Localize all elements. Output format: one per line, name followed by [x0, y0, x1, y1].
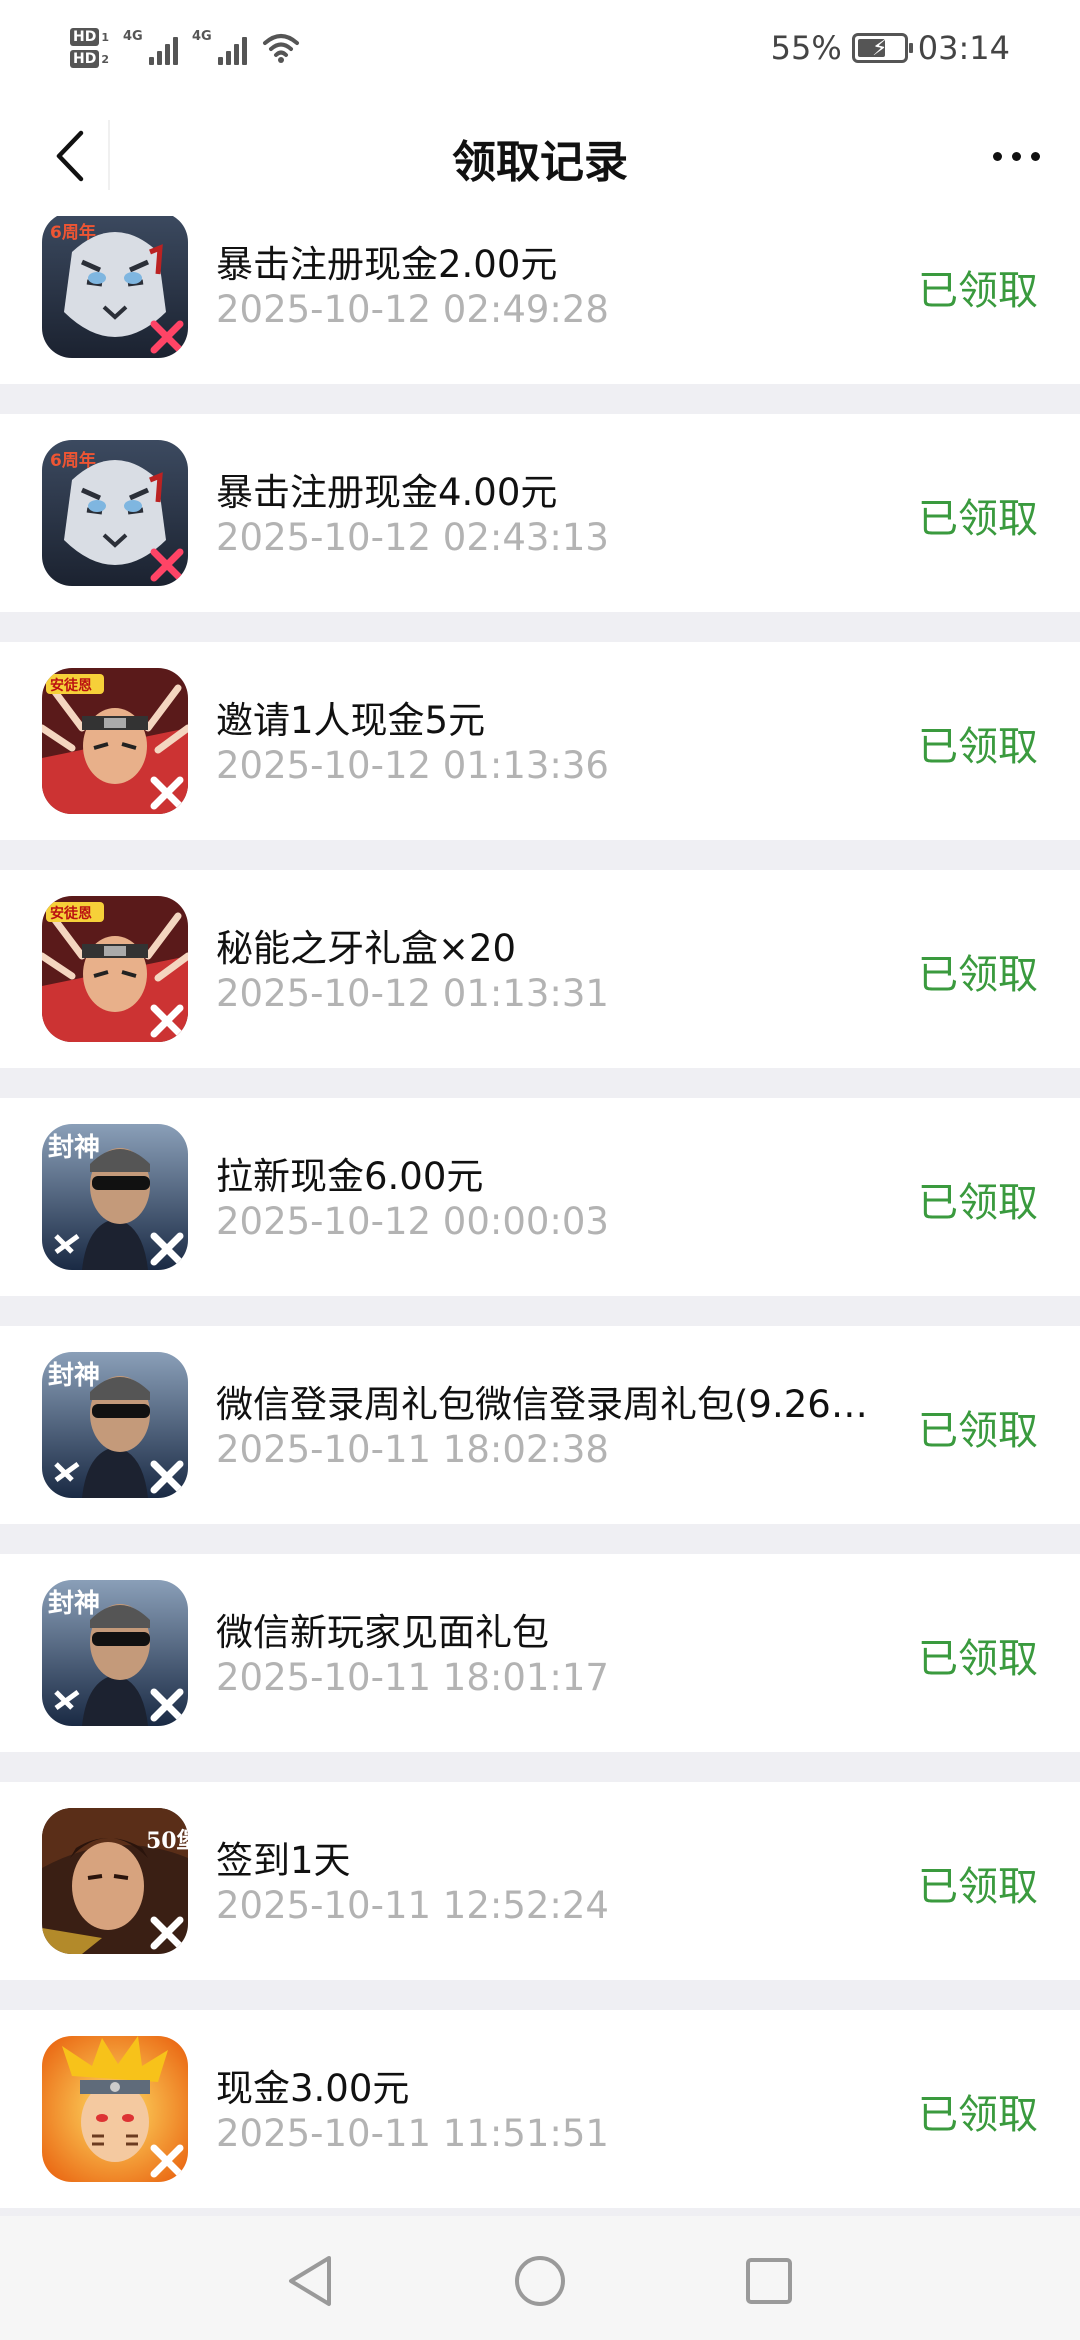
record-title: 签到1天 [216, 1839, 351, 1882]
app-icon: 封神 [42, 1352, 188, 1498]
more-dot [1011, 151, 1021, 161]
record-title: 微信登录周礼包微信登录周礼包(9.26… [216, 1383, 868, 1426]
app-icon: 封神 [42, 1124, 188, 1270]
status-bar: HD 1 HD 2 4G 4G 55% ⚡ 03:14 [0, 0, 1080, 96]
record-item[interactable]: 6周年 暴击注册现金4.00元 2025-10-12 02:43:13 已领取 [0, 414, 1080, 612]
network-type: 4G [192, 29, 212, 44]
warrior-game-icon: 50堡 [42, 1808, 188, 1954]
record-title: 秘能之牙礼盒×20 [216, 927, 517, 970]
icon-badge-text: 封神 [48, 1133, 100, 1163]
record-item[interactable]: 现金3.00元 2025-10-11 11:51:51 已领取 [0, 2010, 1080, 2208]
app-icon: 封神 [42, 1580, 188, 1726]
record-item[interactable]: 封神 微信登录周礼包微信登录周礼包(9.26… 2025-10-11 18:02:… [0, 1326, 1080, 1524]
system-home-button[interactable] [505, 2246, 575, 2316]
record-title: 邀请1人现金5元 [216, 699, 486, 742]
app-icon [42, 2036, 188, 2182]
record-status: 已领取 [918, 2092, 1038, 2138]
network-type: 4G [123, 29, 143, 44]
record-status: 已领取 [918, 724, 1038, 770]
icon-badge-text: 50堡 [146, 1828, 188, 1854]
hd-sub: 2 [101, 52, 109, 66]
hd-indicator-1: HD 1 [70, 28, 109, 46]
wifi-icon [263, 34, 299, 63]
more-dot [992, 151, 1002, 161]
record-time: 2025-10-11 12:52:24 [216, 1884, 609, 1927]
record-list[interactable]: 6周年 暴击注册现金2.00元 2025-10-12 02:49:28 已领取 6周… [0, 216, 1080, 2216]
signal-icon: 4G [123, 29, 178, 65]
tiger-game-icon: 6周年 [42, 440, 188, 586]
record-time: 2025-10-12 02:49:28 [216, 288, 609, 331]
page-title: 领取记录 [452, 137, 628, 188]
circle-home-icon [515, 2256, 565, 2306]
clock: 03:14 [917, 29, 1010, 67]
app-icon: 安徒恩 [42, 668, 188, 814]
icon-badge-text: 6周年 [50, 450, 96, 471]
more-dot [1030, 151, 1040, 161]
record-item[interactable]: 封神 拉新现金6.00元 2025-10-12 00:00:03 已领取 [0, 1098, 1080, 1296]
signal-icon: 4G [192, 29, 247, 65]
app-icon: 6周年 [42, 216, 188, 358]
app-icon: 安徒恩 [42, 896, 188, 1042]
system-navigation-bar [0, 2216, 1080, 2340]
record-status: 已领取 [918, 1864, 1038, 1910]
record-title: 拉新现金6.00元 [216, 1155, 484, 1198]
record-item[interactable]: 封神 微信新玩家见面礼包 2025-10-11 18:01:17 已领取 [0, 1554, 1080, 1752]
hd-badge: HD [70, 50, 100, 68]
record-time: 2025-10-12 00:00:03 [216, 1200, 609, 1243]
hd-badge: HD [70, 28, 100, 46]
record-time: 2025-10-12 02:43:13 [216, 516, 609, 559]
triangle-back-icon [289, 2256, 331, 2306]
record-item[interactable]: 安徒恩 秘能之牙礼盒×20 2025-10-12 01:13:31 已领取 [0, 870, 1080, 1068]
record-item[interactable]: 50堡 签到1天 2025-10-11 12:52:24 已领取 [0, 1782, 1080, 1980]
more-button[interactable] [976, 126, 1056, 186]
crossfire-game-icon: 封神 [42, 1124, 188, 1270]
record-time: 2025-10-11 18:01:17 [216, 1656, 609, 1699]
system-recents-button[interactable] [734, 2246, 804, 2316]
crossfire-game-icon: 封神 [42, 1580, 188, 1726]
system-back-button[interactable] [275, 2246, 345, 2316]
icon-badge-text: 封神 [48, 1589, 100, 1619]
record-time: 2025-10-12 01:13:36 [216, 744, 609, 787]
icon-badge-text: 安徒恩 [50, 905, 92, 922]
app-icon: 6周年 [42, 440, 188, 586]
record-time: 2025-10-11 18:02:38 [216, 1428, 609, 1471]
record-status: 已领取 [918, 1180, 1038, 1226]
tiger-game-icon: 6周年 [42, 216, 188, 358]
status-bar-left: HD 1 HD 2 4G 4G [70, 18, 301, 78]
icon-badge-text: 6周年 [50, 222, 96, 243]
record-time: 2025-10-11 11:51:51 [216, 2112, 609, 2155]
icon-badge-text: 安徒恩 [50, 677, 92, 694]
hd-indicator-2: HD 2 [70, 50, 109, 68]
naruto-game-icon [42, 2036, 188, 2182]
icon-badge-text: 封神 [48, 1361, 100, 1391]
ninja-game-icon: 安徒恩 [42, 896, 188, 1042]
record-title: 暴击注册现金2.00元 [216, 243, 558, 286]
battery-percent: 55% [770, 29, 842, 67]
ninja-game-icon: 安徒恩 [42, 668, 188, 814]
record-status: 已领取 [918, 952, 1038, 998]
record-status: 已领取 [918, 1636, 1038, 1682]
square-recents-icon [746, 2258, 792, 2304]
charging-bolt-icon: ⚡ [872, 36, 888, 61]
status-bar-right: 55% ⚡ 03:14 [771, 22, 1010, 74]
battery-icon: ⚡ [851, 33, 913, 63]
record-title: 暴击注册现金4.00元 [216, 471, 558, 514]
record-title: 现金3.00元 [216, 2067, 410, 2110]
record-item[interactable]: 安徒恩 邀请1人现金5元 2025-10-12 01:13:36 已领取 [0, 642, 1080, 840]
record-time: 2025-10-12 01:13:31 [216, 972, 609, 1015]
hd-sub: 1 [101, 30, 109, 44]
record-status: 已领取 [918, 1408, 1038, 1454]
record-title: 微信新玩家见面礼包 [216, 1611, 549, 1654]
record-item[interactable]: 6周年 暴击注册现金2.00元 2025-10-12 02:49:28 已领取 [0, 216, 1080, 384]
nav-bar: 领取记录 [0, 96, 1080, 216]
app-icon: 50堡 [42, 1808, 188, 1954]
hd-indicators: HD 1 HD 2 [70, 28, 109, 68]
record-status: 已领取 [918, 496, 1038, 542]
record-status: 已领取 [918, 268, 1038, 314]
crossfire-game-icon: 封神 [42, 1352, 188, 1498]
